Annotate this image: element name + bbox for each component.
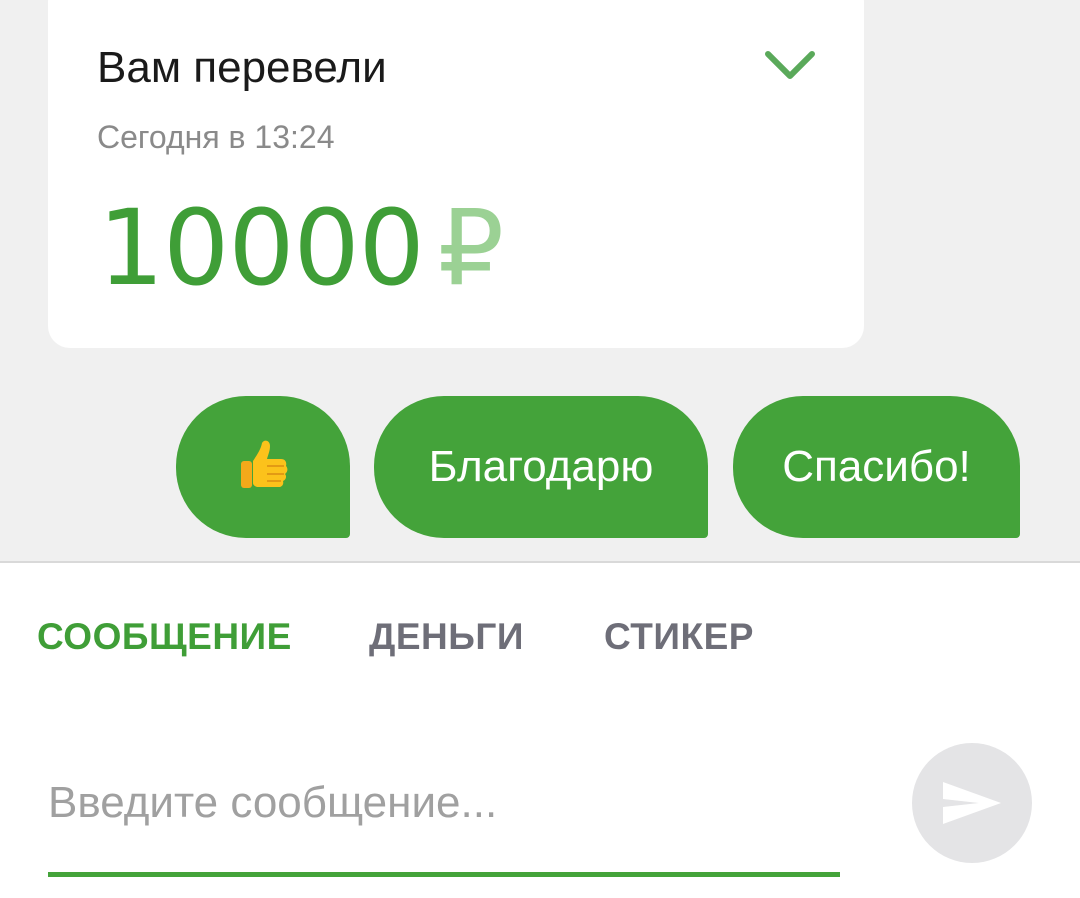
tab-sticker[interactable]: СТИКЕР: [604, 618, 754, 655]
thumbs-up-icon: [241, 440, 288, 488]
send-icon: [943, 782, 1001, 824]
transfer-amount-value: 10000: [98, 187, 425, 309]
send-button[interactable]: [912, 743, 1032, 863]
chat-area: Вам перевели Сегодня в 13:24 10000 ₽ Благ…: [0, 0, 1080, 561]
transfer-card[interactable]: Вам перевели Сегодня в 13:24 10000 ₽: [48, 0, 864, 348]
quick-replies: Благодарю Спасибо!: [0, 396, 1080, 538]
transfer-title: Вам перевели: [97, 43, 387, 92]
transfer-time: Сегодня в 13:24: [97, 119, 335, 155]
transfer-amount: 10000 ₽: [98, 196, 504, 300]
quick-reply-thanks-formal[interactable]: Благодарю: [374, 396, 708, 538]
tab-message[interactable]: СООБЩЕНИЕ: [37, 618, 292, 655]
composer-panel: СООБЩЕНИЕ ДЕНЬГИ СТИКЕР: [0, 563, 1080, 898]
chevron-down-icon[interactable]: [762, 46, 818, 86]
quick-reply-thumbs-up[interactable]: [176, 396, 350, 538]
message-input[interactable]: [48, 768, 840, 838]
quick-reply-thanks[interactable]: Спасибо!: [733, 396, 1020, 538]
transfer-currency: ₽: [437, 187, 504, 309]
input-underline: [48, 872, 840, 877]
tab-money[interactable]: ДЕНЬГИ: [369, 618, 524, 655]
